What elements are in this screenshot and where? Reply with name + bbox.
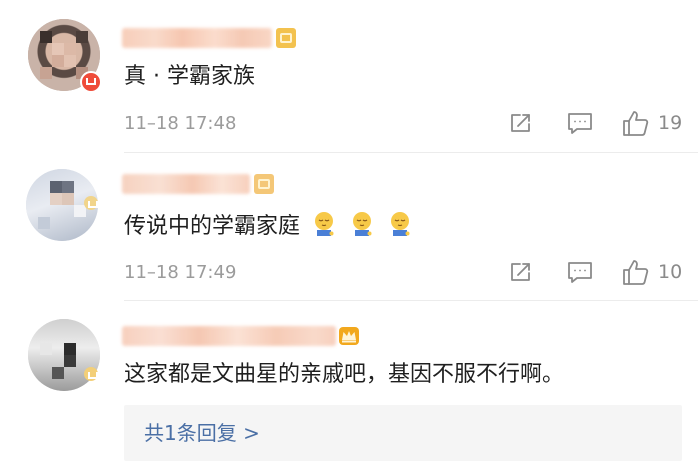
comment-icon (568, 113, 592, 134)
like-button[interactable]: 10 (622, 258, 682, 286)
comment-text-content: 传说中的学霸家庭 (124, 214, 301, 239)
comment-text: 真 · 学霸家族 (124, 64, 255, 89)
verified-badge-icon (80, 71, 102, 93)
verified-badge-icon (84, 196, 98, 210)
username[interactable] (122, 172, 274, 196)
comment-icon (568, 262, 592, 283)
comment-time: 11–18 17:49 (124, 262, 237, 283)
comment-text: 这家都是文曲星的亲戚吧，基因不服不行啊。 (124, 362, 565, 387)
like-count: 19 (658, 112, 683, 134)
share-icon (511, 114, 530, 132)
dozing-emoji-icon (391, 212, 410, 236)
view-replies-link[interactable]: 共1条回复 > (144, 420, 260, 446)
dozing-emoji-icon (315, 212, 334, 236)
like-button[interactable]: 19 (622, 109, 682, 137)
reply-button[interactable] (567, 111, 593, 135)
vip-badge-icon (276, 28, 296, 48)
crown-badge-icon (339, 327, 359, 345)
share-icon (511, 263, 530, 281)
reply-preview-box[interactable]: 共1条回复 > (124, 405, 682, 461)
username[interactable] (122, 324, 360, 348)
comment-time: 11–18 17:48 (124, 113, 237, 134)
vip-badge-icon (254, 174, 274, 194)
like-icon (623, 111, 649, 136)
username[interactable] (122, 26, 296, 50)
like-icon (623, 260, 649, 285)
share-button[interactable] (509, 260, 533, 284)
comment-text: 传说中的学霸家庭 (124, 210, 414, 242)
comment-item: 真 · 学霸家族 11–18 17:48 19 (0, 0, 698, 152)
comment-item: 这家都是文曲星的亲戚吧，基因不服不行啊。 共1条回复 > (0, 300, 698, 469)
verified-badge-icon (84, 367, 98, 381)
share-button[interactable] (509, 111, 533, 135)
like-count: 10 (658, 261, 683, 283)
dozing-emoji-icon (353, 212, 372, 236)
reply-button[interactable] (567, 260, 593, 284)
comment-item: 传说中的学霸家庭 11–18 17:49 10 (0, 152, 698, 300)
